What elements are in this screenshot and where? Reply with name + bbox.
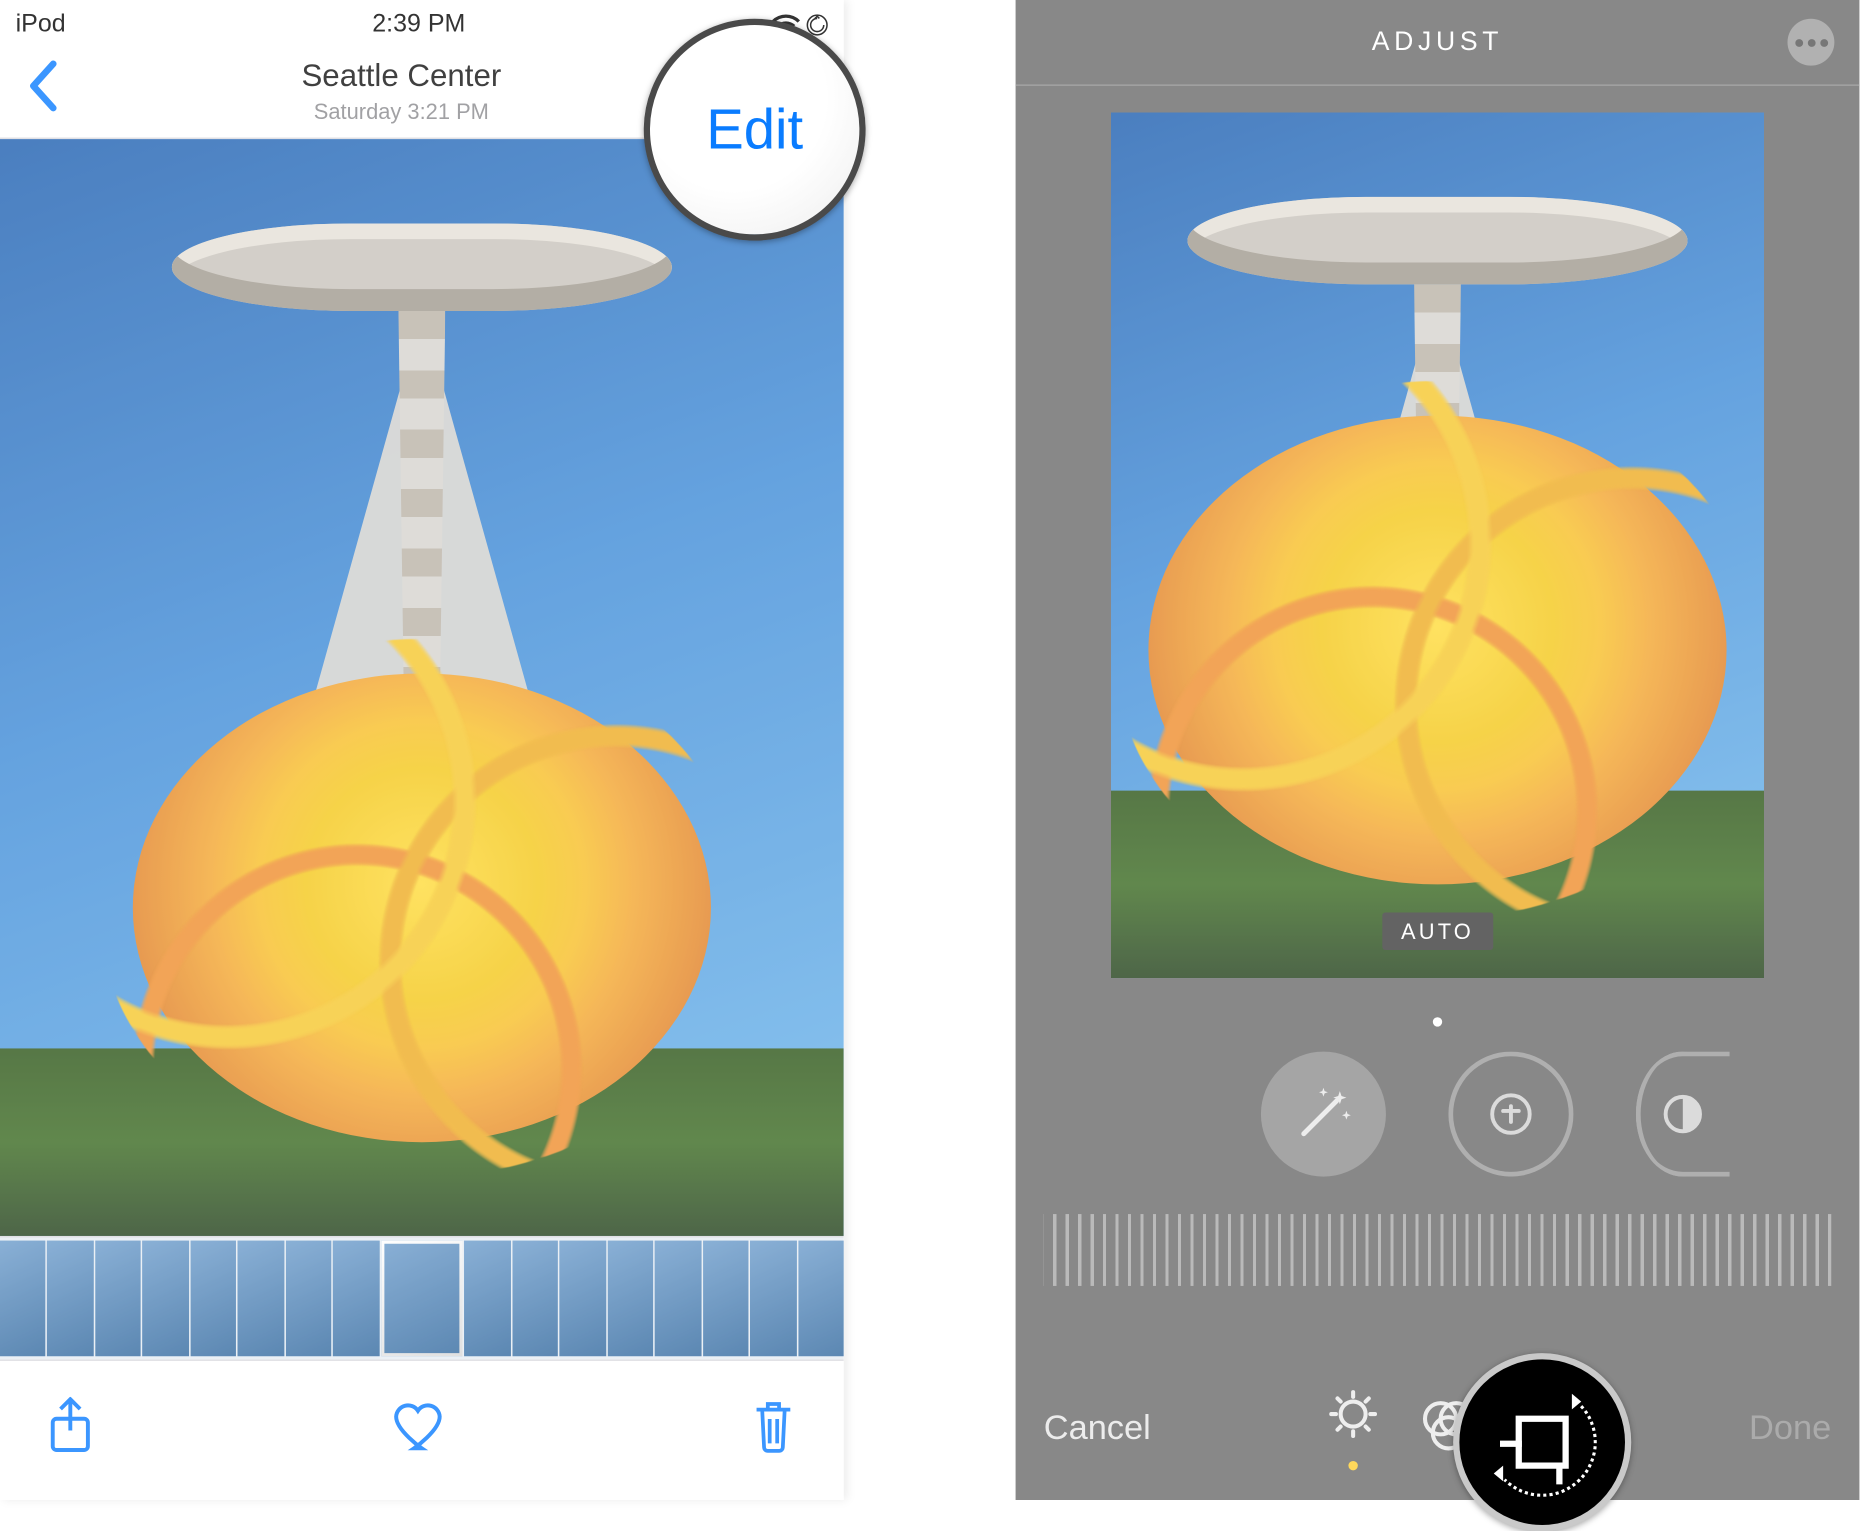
thumbnail[interactable]: [0, 1241, 46, 1357]
callout-edit-button: Edit: [644, 19, 866, 241]
thumbnail[interactable]: [703, 1241, 749, 1357]
edit-bottom-bar: Cancel Done: [1016, 1356, 1860, 1500]
more-button[interactable]: [1788, 19, 1835, 66]
auto-enhance-button[interactable]: [1261, 1052, 1386, 1177]
photo-content: [0, 138, 844, 1238]
nav-title-group: Seattle Center Saturday 3:21 PM: [301, 57, 501, 124]
contrast-icon: [1659, 1091, 1706, 1138]
favorite-button[interactable]: [392, 1400, 451, 1461]
thumbnail[interactable]: [95, 1241, 141, 1357]
edit-header: ADJUST: [1016, 0, 1860, 84]
exposure-button[interactable]: [1448, 1052, 1573, 1177]
photo-viewport[interactable]: [0, 138, 844, 1238]
bottom-toolbar: [0, 1359, 844, 1500]
auto-label: AUTO: [1382, 913, 1492, 951]
thumbnail[interactable]: [190, 1241, 236, 1357]
page-indicator: [1016, 1005, 1860, 1039]
status-time: 2:39 PM: [372, 10, 465, 38]
adjust-slider[interactable]: [1044, 1214, 1832, 1286]
share-button[interactable]: [47, 1397, 94, 1464]
thumbnail[interactable]: [798, 1241, 844, 1357]
adjust-dial-icon: [1326, 1387, 1379, 1440]
thumbnail[interactable]: [465, 1241, 511, 1357]
next-adjust-button[interactable]: [1636, 1052, 1730, 1177]
thumbnail[interactable]: [750, 1241, 796, 1357]
tab-indicator-dot: [1348, 1460, 1357, 1469]
orientation-lock-icon: [806, 13, 828, 35]
thumbnail-current[interactable]: [380, 1241, 463, 1357]
edit-canvas[interactable]: AUTO: [1016, 86, 1860, 1005]
thumbnail[interactable]: [333, 1241, 379, 1357]
thumbnail-strip[interactable]: [0, 1238, 844, 1360]
callout-crop-tab: [1453, 1353, 1631, 1531]
thumbnail[interactable]: [48, 1241, 94, 1357]
ellipsis-icon: [1795, 38, 1828, 46]
magic-wand-icon: [1291, 1081, 1357, 1147]
crop-rotate-icon: [1497, 1397, 1588, 1488]
thumbnail[interactable]: [655, 1241, 701, 1357]
back-button[interactable]: [25, 59, 59, 123]
cancel-button[interactable]: Cancel: [1044, 1408, 1151, 1449]
callout-edit-label: Edit: [706, 97, 803, 163]
thumbnail[interactable]: [512, 1241, 558, 1357]
done-button[interactable]: Done: [1749, 1408, 1831, 1449]
thumbnail[interactable]: [143, 1241, 189, 1357]
delete-button[interactable]: [750, 1398, 797, 1462]
chevron-left-icon: [25, 59, 59, 112]
adjust-tool-row[interactable]: [1016, 1039, 1860, 1189]
photo-edit-screen: ADJUST AUTO: [1016, 0, 1860, 1500]
edit-mode-title: ADJUST: [1372, 27, 1503, 58]
nav-title: Seattle Center: [301, 57, 501, 95]
share-icon: [47, 1397, 94, 1456]
thumbnail[interactable]: [560, 1241, 606, 1357]
thumbnail[interactable]: [238, 1241, 284, 1357]
device-label: iPod: [16, 10, 66, 38]
thumbnail[interactable]: [285, 1241, 331, 1357]
thumbnail[interactable]: [607, 1241, 653, 1357]
tab-adjust[interactable]: [1326, 1387, 1379, 1448]
nav-subtitle: Saturday 3:21 PM: [301, 98, 501, 124]
trash-icon: [750, 1398, 797, 1454]
edit-photo: AUTO: [1111, 113, 1764, 979]
exposure-icon: [1488, 1091, 1535, 1138]
heart-icon: [392, 1400, 451, 1453]
